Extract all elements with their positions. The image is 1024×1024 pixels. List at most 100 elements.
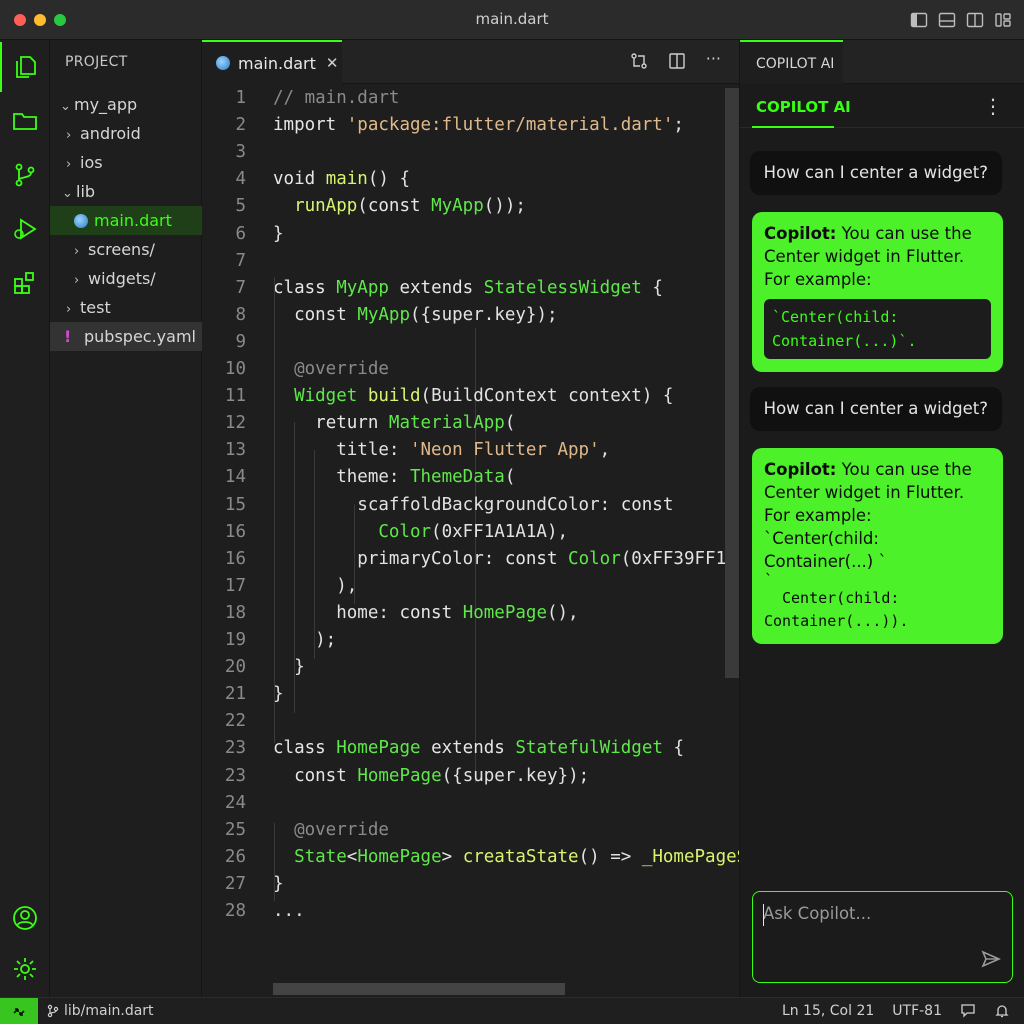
feedback-icon[interactable] bbox=[960, 1003, 976, 1019]
code-line[interactable]: 20 } bbox=[202, 657, 739, 683]
code-line[interactable]: 25 @override bbox=[202, 820, 739, 846]
line-text: // main.dart bbox=[273, 88, 400, 108]
code-line[interactable]: 24 bbox=[202, 793, 739, 819]
tree-item-screens[interactable]: › screens/ bbox=[50, 235, 202, 264]
split-editor-icon[interactable] bbox=[668, 52, 686, 70]
code-line[interactable]: 7 bbox=[202, 251, 739, 277]
tree-item-label: screens/ bbox=[88, 240, 155, 259]
code-line[interactable]: 16 Color(0xFF1A1A1A), bbox=[202, 522, 739, 548]
tab-main-dart[interactable]: main.dart ✕ bbox=[202, 40, 342, 84]
code-line[interactable]: 22 bbox=[202, 711, 739, 737]
tree-item-label: lib bbox=[76, 182, 96, 201]
code-line[interactable]: 7 class MyApp extends StatelessWidget { bbox=[202, 278, 739, 304]
code-line[interactable]: 12 return MaterialApp( bbox=[202, 413, 739, 439]
line-number: 9 bbox=[235, 331, 246, 352]
toggle-sidebar-icon[interactable] bbox=[910, 11, 928, 29]
user-message: How can I center a widget? bbox=[749, 151, 1002, 195]
input-placeholder: Ask Copilot... bbox=[763, 904, 872, 923]
code-line[interactable]: 10 @override bbox=[202, 359, 739, 385]
customize-layout-icon[interactable] bbox=[994, 11, 1012, 29]
code-line[interactable]: 23 class HomePage extends StatefulWidget … bbox=[202, 738, 739, 764]
line-number: 24 bbox=[224, 792, 246, 813]
copilot-tab-bar: COPILOT AI bbox=[740, 40, 1024, 84]
close-icon[interactable]: ✕ bbox=[326, 54, 339, 72]
code-line[interactable]: 2 import 'package:flutter/material.dart'; bbox=[202, 115, 739, 141]
accounts-activity[interactable] bbox=[0, 893, 50, 943]
compare-changes-icon[interactable] bbox=[630, 52, 648, 70]
line-number: 13 bbox=[224, 440, 246, 461]
tree-item-lib[interactable]: ⌄ lib bbox=[50, 177, 202, 206]
line-number: 12 bbox=[224, 413, 246, 434]
remote-icon bbox=[13, 1007, 25, 1016]
line-number: 1 bbox=[235, 88, 246, 108]
line-number: 14 bbox=[224, 467, 246, 488]
line-number: 7 bbox=[235, 277, 246, 298]
line-number: 5 bbox=[235, 196, 246, 217]
line-text: theme: ThemeData( bbox=[336, 467, 516, 488]
explorer-title: PROJECT bbox=[65, 54, 128, 70]
code-line[interactable]: 1 // main.dart bbox=[202, 88, 739, 114]
code-line[interactable]: 3 bbox=[202, 142, 739, 168]
toggle-secondary-sidebar-icon[interactable] bbox=[966, 11, 984, 29]
encoding[interactable]: UTF-81 bbox=[892, 1003, 942, 1019]
line-text: class HomePage extends StatefulWidget { bbox=[273, 738, 684, 759]
code-view[interactable]: 1 // main.dart 2 import 'package:flutter/ma… bbox=[202, 88, 739, 968]
extensions-icon bbox=[14, 272, 34, 294]
copilot-panel: COPILOT AI COPILOT AI ⋮ How can I center… bbox=[739, 40, 1024, 997]
more-actions-icon[interactable]: ··· bbox=[706, 51, 721, 70]
code-line[interactable]: 9 bbox=[202, 332, 739, 358]
toggle-panel-icon[interactable] bbox=[938, 11, 956, 29]
tree-item-my-app[interactable]: ⌄ my_app bbox=[50, 90, 202, 119]
send-icon[interactable] bbox=[980, 948, 1002, 970]
code-line[interactable]: 23 const HomePage({super.key}); bbox=[202, 766, 739, 792]
remote-indicator[interactable] bbox=[0, 998, 38, 1024]
tree-item-android[interactable]: › android bbox=[50, 119, 202, 148]
horizontal-scrollbar[interactable] bbox=[273, 983, 565, 995]
code-line[interactable]: 4 void main() { bbox=[202, 169, 739, 195]
cursor-position[interactable]: Ln 15, Col 21 bbox=[782, 1003, 874, 1019]
code-line[interactable]: 26 State<HomePage> creataState() => _Hom… bbox=[202, 847, 739, 873]
vertical-scrollbar[interactable] bbox=[725, 88, 739, 678]
line-text: primaryColor: const Color(0xFF39FF14) bbox=[357, 548, 739, 569]
code-line[interactable]: 13 title: 'Neon Flutter App', bbox=[202, 440, 739, 466]
line-number: 8 bbox=[235, 304, 246, 325]
run-debug-activity[interactable] bbox=[0, 204, 50, 254]
bell-icon[interactable] bbox=[994, 1003, 1010, 1019]
tree-item-widgets[interactable]: › widgets/ bbox=[50, 264, 202, 293]
line-number: 4 bbox=[235, 169, 246, 190]
line-number: 23 bbox=[224, 738, 246, 759]
tree-item-test[interactable]: › test bbox=[50, 293, 202, 322]
settings-activity[interactable] bbox=[0, 944, 50, 994]
code-line[interactable]: 19 ); bbox=[202, 630, 739, 656]
tree-item-label: main.dart bbox=[94, 211, 172, 230]
tree-item-main-dart[interactable]: main.dart bbox=[50, 206, 202, 235]
folder-activity[interactable] bbox=[0, 96, 50, 146]
code-line[interactable]: 21} bbox=[202, 684, 739, 710]
copilot-input[interactable]: Ask Copilot... bbox=[752, 891, 1013, 983]
tab-copilot-ai[interactable]: COPILOT AI bbox=[740, 40, 843, 84]
code-line[interactable]: 6} bbox=[202, 224, 739, 250]
code-line[interactable]: 14 theme: ThemeData( bbox=[202, 467, 739, 493]
code-line[interactable]: 17 ), bbox=[202, 576, 739, 602]
code-line[interactable]: 27} bbox=[202, 874, 739, 900]
code-line[interactable]: 18 home: const HomePage(), bbox=[202, 603, 739, 629]
copilot-title: COPILOT AI bbox=[756, 98, 851, 116]
title-bar: main.dart bbox=[0, 0, 1024, 40]
explorer-activity[interactable] bbox=[0, 42, 50, 92]
line-text: } bbox=[273, 223, 284, 244]
source-control-activity[interactable] bbox=[0, 150, 50, 200]
tree-item-ios[interactable]: › ios bbox=[50, 148, 202, 177]
extensions-activity[interactable] bbox=[0, 258, 50, 308]
ai-message: Copilot: You can use the Center widget i… bbox=[752, 448, 1003, 644]
more-vertical-icon[interactable]: ⋮ bbox=[983, 94, 1003, 118]
line-number: 3 bbox=[235, 142, 246, 163]
code-line[interactable]: 8 const MyApp({super.key}); bbox=[202, 305, 739, 331]
code-line[interactable]: 5 runApp(const MyApp()); bbox=[202, 196, 739, 222]
code-line[interactable]: 11 Widget build(BuildContext context) { bbox=[202, 386, 739, 412]
line-number: 7 bbox=[235, 250, 246, 271]
code-line[interactable]: 16 primaryColor: const Color(0xFF39FF14) bbox=[202, 549, 739, 575]
tree-item-pubspec[interactable]: ! pubspec.yaml bbox=[50, 322, 202, 351]
branch-indicator[interactable]: lib/main.dart bbox=[46, 1003, 154, 1019]
code-line[interactable]: 28... bbox=[202, 901, 739, 927]
code-line[interactable]: 15 scaffoldBackgroundColor: const bbox=[202, 495, 739, 521]
